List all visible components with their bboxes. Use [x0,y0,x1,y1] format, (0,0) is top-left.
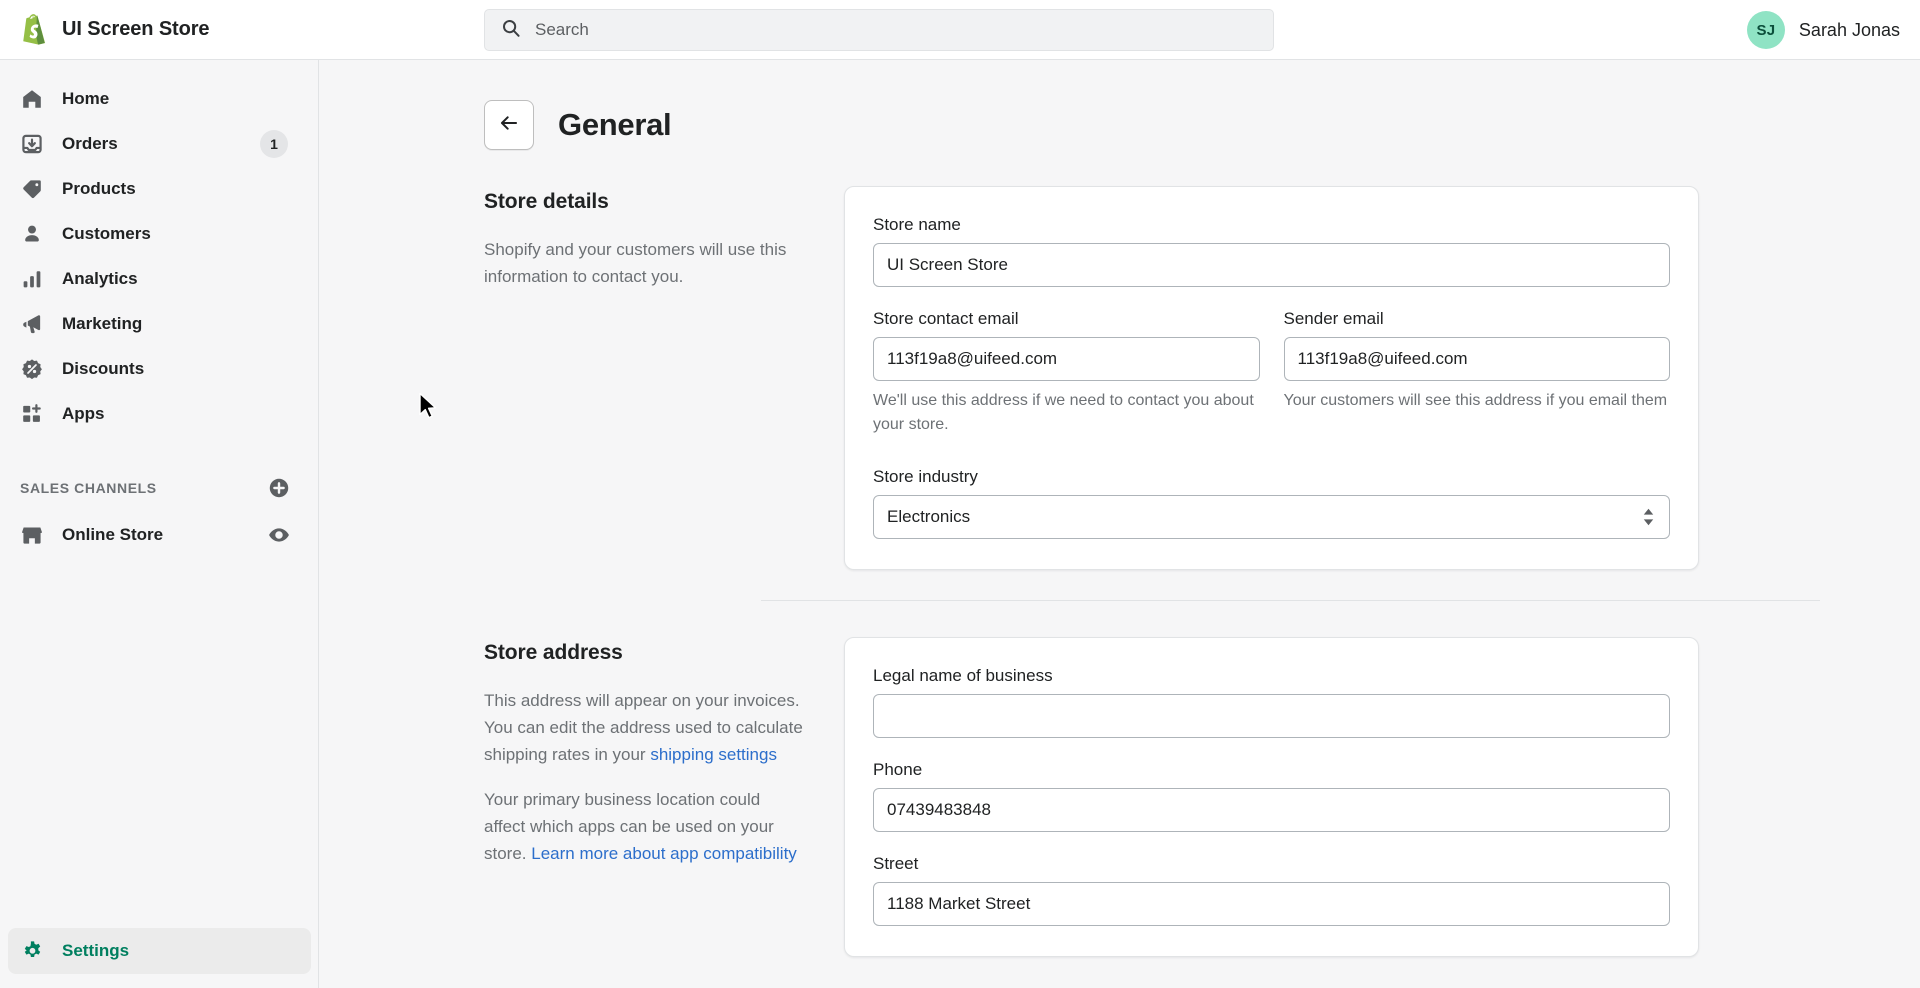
orders-badge: 1 [260,129,288,158]
store-address-description-1: This address will appear on your invoice… [484,687,804,768]
page-title: General [558,107,672,142]
store-industry-field: Store industry [873,467,1670,539]
home-icon [20,87,44,111]
sidebar-item-products[interactable]: Products [8,166,310,211]
store-industry-select[interactable] [873,495,1670,539]
legal-name-field: Legal name of business [873,666,1670,738]
search-area[interactable]: Search [484,9,1274,51]
store-contact-email-input[interactable] [873,337,1260,381]
store-address-description-2: Your primary business location could aff… [484,786,804,867]
sidebar-item-label: Marketing [62,313,143,333]
sidebar-item-label: Apps [62,403,105,423]
store-contact-email-help: We'll use this address if we need to con… [873,392,1254,433]
main-content: General Store details Shopify and your c… [320,60,1920,988]
store-name-input[interactable] [873,243,1670,287]
sidebar: Home Orders 1 Products Customers Analyti… [0,60,319,988]
sales-channels-title: SALES CHANNELS [20,480,157,496]
brand-area[interactable]: UI Screen Store [0,13,320,47]
section-divider [761,600,1820,601]
search-icon [501,18,521,43]
sidebar-item-customers[interactable]: Customers [8,211,310,256]
gear-icon [20,939,44,963]
sales-channels-header: SALES CHANNELS [8,468,310,508]
sidebar-item-home[interactable]: Home [8,76,310,121]
sender-email-input[interactable] [1283,337,1670,381]
top-bar: UI Screen Store Search SJ Sarah Jonas [0,0,1920,60]
sidebar-item-label: Home [62,88,110,108]
store-address-info: Store address This address will appear o… [484,637,844,867]
store-contact-email-label: Store contact email [873,309,1019,328]
store-address-section: Store address This address will appear o… [320,637,1920,957]
phone-input[interactable] [873,788,1670,832]
store-industry-label: Store industry [873,467,978,486]
sidebar-item-online-store[interactable]: Online Store [8,512,310,557]
sidebar-item-settings[interactable]: Settings [8,928,311,974]
discount-badge-icon [20,357,44,381]
sidebar-item-label: Online Store [62,524,164,544]
store-details-description: Shopify and your customers will use this… [484,240,787,286]
tag-icon [20,177,44,201]
store-details-heading: Store details [484,190,609,213]
plus-circle-icon[interactable] [268,477,290,499]
sidebar-item-label: Customers [62,223,151,243]
sender-email-field: Sender email Your customers will see thi… [1283,309,1670,437]
user-menu[interactable]: SJ Sarah Jonas [1746,0,1900,60]
sender-email-label: Sender email [1283,309,1384,328]
avatar: SJ [1746,11,1785,49]
sidebar-item-label: Discounts [62,358,145,378]
search-input[interactable]: Search [484,9,1274,51]
sidebar-item-analytics[interactable]: Analytics [8,256,310,301]
phone-field: Phone [873,760,1670,832]
store-address-card: Legal name of business Phone Street [844,637,1699,957]
sidebar-item-orders[interactable]: Orders 1 [8,121,310,166]
app-compatibility-link[interactable]: Learn more about app compatibility [531,844,797,863]
email-fields-row: Store contact email We'll use this addre… [873,309,1670,459]
search-placeholder: Search [535,20,589,39]
store-details-section: Store details Shopify and your customers… [320,186,1920,570]
bar-chart-icon [20,267,44,291]
sidebar-item-label: Products [62,178,136,198]
back-button[interactable] [484,100,534,150]
shipping-settings-link[interactable]: shipping settings [650,745,777,764]
apps-grid-plus-icon [20,402,44,426]
phone-label: Phone [873,760,923,779]
eye-icon[interactable] [268,524,290,546]
store-contact-email-field: Store contact email We'll use this addre… [873,309,1260,437]
sidebar-item-apps[interactable]: Apps [8,391,310,436]
user-name: Sarah Jonas [1798,19,1900,40]
megaphone-icon [20,312,44,336]
street-input[interactable] [873,882,1670,926]
store-industry-select-wrap [873,495,1670,539]
store-address-heading: Store address [484,641,623,664]
sidebar-item-discounts[interactable]: Discounts [8,346,310,391]
store-details-info: Store details Shopify and your customers… [484,186,844,290]
orders-inbox-icon [20,132,44,156]
store-name-field: Store name [873,215,1670,287]
store-name-label: Store name [873,215,961,234]
sidebar-item-label: Orders [62,133,118,153]
page-header: General [320,60,1920,150]
street-label: Street [873,854,919,873]
shopify-bag-icon [18,13,48,47]
brand-name: UI Screen Store [62,18,210,40]
street-field: Street [873,854,1670,926]
settings-label: Settings [62,941,130,960]
settings-area: Settings [0,928,319,974]
legal-name-input[interactable] [873,694,1670,738]
store-details-card: Store name Store contact email We'll use… [844,186,1699,570]
legal-name-label: Legal name of business [873,666,1053,685]
storefront-icon [20,523,44,547]
sidebar-item-label: Analytics [62,268,138,288]
arrow-left-icon [498,112,520,139]
sender-email-help: Your customers will see this address if … [1283,392,1668,409]
person-icon [20,222,44,246]
sidebar-item-marketing[interactable]: Marketing [8,301,310,346]
